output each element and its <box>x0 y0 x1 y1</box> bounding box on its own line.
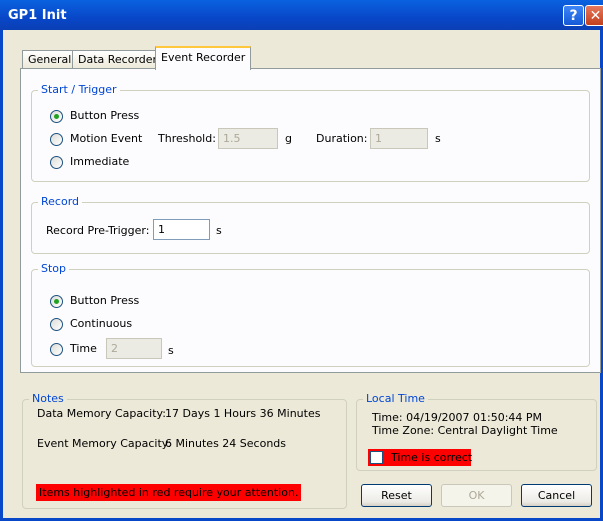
tab-general[interactable]: General <box>22 50 78 68</box>
threshold-unit: g <box>285 132 292 145</box>
tab-general-label: General <box>28 53 72 66</box>
data-memory-value: 17 Days 1 Hours 36 Minutes <box>165 407 321 420</box>
pretrigger-unit: s <box>216 224 222 237</box>
duration-input[interactable] <box>370 128 428 149</box>
stop-time-unit: s <box>168 344 174 357</box>
start-immediate-radio[interactable] <box>50 156 63 169</box>
start-motion-event-radio[interactable] <box>50 133 63 146</box>
start-motion-event-label: Motion Event <box>70 132 143 145</box>
tab-event-recorder[interactable]: Event Recorder <box>155 46 252 70</box>
window-border-left <box>0 30 3 521</box>
time-correct-label: Time is correct <box>391 451 473 464</box>
reset-button[interactable]: Reset <box>361 484 432 507</box>
event-memory-value: 6 Minutes 24 Seconds <box>165 437 286 450</box>
start-trigger-legend: Start / Trigger <box>38 83 120 96</box>
help-icon: ? <box>569 8 578 24</box>
local-time-value: Time: 04/19/2007 01:50:44 PM <box>372 411 543 424</box>
time-correct-checkbox[interactable] <box>370 451 383 464</box>
stop-continuous-label: Continuous <box>70 317 133 330</box>
tab-event-recorder-label: Event Recorder <box>161 51 246 64</box>
data-memory-label: Data Memory Capacity: <box>37 407 166 420</box>
start-immediate-label: Immediate <box>70 155 130 168</box>
attention-warning: Items highlighted in red require your at… <box>36 484 302 501</box>
title-bar[interactable]: GP1 Init ? ✕ <box>0 0 603 30</box>
notes-legend: Notes <box>29 392 67 405</box>
help-button[interactable]: ? <box>563 5 584 26</box>
time-zone-value: Time Zone: Central Daylight Time <box>372 424 558 437</box>
stop-button-press-radio[interactable] <box>50 295 63 308</box>
ok-button[interactable]: OK <box>441 484 512 507</box>
pretrigger-label: Record Pre-Trigger: <box>46 224 150 237</box>
threshold-input[interactable] <box>218 128 278 149</box>
threshold-label: Threshold: <box>158 132 216 145</box>
start-button-press-radio[interactable] <box>50 110 63 123</box>
stop-button-press-label: Button Press <box>70 294 140 307</box>
stop-time-radio[interactable] <box>50 343 63 356</box>
close-icon: ✕ <box>589 8 602 24</box>
duration-label: Duration: <box>316 132 368 145</box>
duration-unit: s <box>435 132 441 145</box>
local-time-legend: Local Time <box>363 392 428 405</box>
cancel-button[interactable]: Cancel <box>521 484 592 507</box>
record-legend: Record <box>38 195 83 208</box>
tab-data-recorder-label: Data Recorder <box>78 53 158 66</box>
window-title: GP1 Init <box>8 8 67 23</box>
stop-time-input[interactable] <box>106 338 162 359</box>
tab-data-recorder[interactable]: Data Recorder <box>72 50 164 68</box>
pretrigger-input[interactable] <box>153 219 210 240</box>
close-button[interactable]: ✕ <box>585 5 603 26</box>
stop-time-label: Time <box>70 342 97 355</box>
start-button-press-label: Button Press <box>70 109 140 122</box>
stop-continuous-radio[interactable] <box>50 318 63 331</box>
event-memory-label: Event Memory Capacity: <box>37 437 172 450</box>
stop-legend: Stop <box>38 262 70 275</box>
